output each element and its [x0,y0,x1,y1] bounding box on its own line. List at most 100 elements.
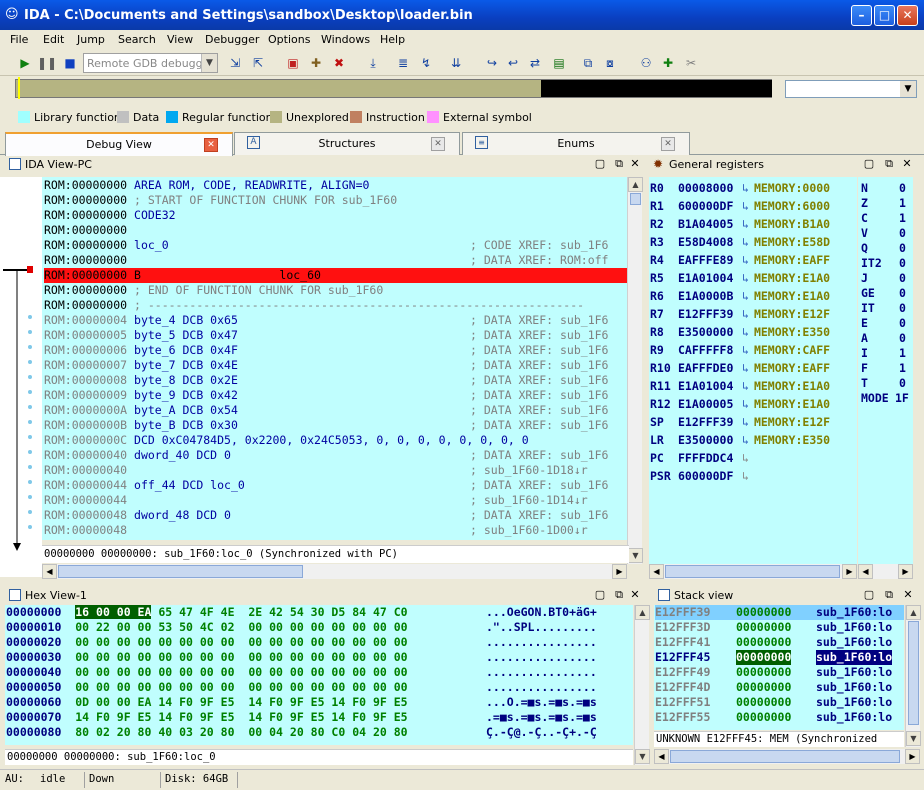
jump-arrow-icon[interactable]: ↳ [742,235,749,249]
flag-row[interactable]: A0 [861,331,906,346]
close-icon[interactable]: ✕ [661,137,675,151]
jump-arrow-icon[interactable]: ↳ [742,325,749,339]
watch-icon[interactable]: ⚇ [636,53,656,73]
register-row[interactable]: R12 E1A00005 ↳ MEMORY:E1A0 [650,395,830,413]
hex-bytes-first[interactable]: 00 00 00 00 [75,680,151,694]
jump-arrow-icon[interactable]: ↳ [742,379,749,393]
listing-line[interactable]: ROM:00000006 byte_6 DCB 0x4F ; DATA XREF:… [44,343,629,358]
hex-bytes-first[interactable]: 80 02 20 80 [75,725,151,739]
register-value[interactable]: E3500000 [678,323,742,341]
pane-float-icon[interactable]: ⧉ [612,588,626,602]
hex-row[interactable]: 00000070 14 F0 9F E5 14 F0 9F E5 14 F0 9… [6,710,632,725]
listing-line[interactable]: ROM:00000000 B loc_60 [44,268,629,283]
stack-row[interactable]: E12FFF49 00000000 sub_1F60:lo [655,665,904,680]
pane-close-icon[interactable]: ✕ [901,588,915,602]
register-row[interactable]: R5 E1A01004 ↳ MEMORY:E1A0 [650,269,830,287]
hex-ascii[interactable]: ...O.=■s.=■s.=■s [486,695,597,710]
hex-row[interactable]: 00000000 16 00 00 EA 65 47 4F 4E 2E 42 5… [6,605,632,620]
pane-minimize-icon[interactable]: ▢ [862,157,876,171]
register-row[interactable]: R6 E1A0000B ↳ MEMORY:E1A0 [650,287,830,305]
nav-cursor[interactable] [18,77,20,99]
menu-file[interactable]: File [10,33,28,46]
jump-arrow-icon[interactable]: ↳ [742,181,749,195]
debugger-select[interactable]: Remote GDB debugger ▼ [83,53,218,73]
stack-value[interactable]: 00000000 [736,680,791,695]
add-breakpoint-icon[interactable]: ✚ [306,53,326,73]
register-row[interactable]: R1 600000DF ↳ MEMORY:6000 [650,197,830,215]
stack-value[interactable]: 00000000 [736,635,791,650]
hex-bytes-first[interactable]: 16 00 00 EA [75,605,152,619]
hex-bytes-first[interactable]: 00 00 00 00 [75,635,151,649]
hex-row[interactable]: 00000010 00 22 00 00 53 50 4C 02 00 00 0… [6,620,632,635]
pane-minimize-icon[interactable]: ▢ [862,588,876,602]
stack-value[interactable]: 00000000 [736,650,792,665]
flag-row[interactable]: N0 [861,181,906,196]
hex-bytes-first[interactable]: 00 00 00 00 [75,665,151,679]
register-row[interactable]: PSR 600000DF ↳ [650,467,754,485]
listing-line[interactable]: ROM:0000000B byte_B DCB 0x30 ; DATA XREF:… [44,418,629,433]
scroll-thumb[interactable] [670,750,900,763]
modules-icon[interactable]: ⧇ [600,53,620,73]
register-value[interactable]: E58D4008 [678,233,742,251]
flag-row[interactable]: V0 [861,226,906,241]
step-until-return-icon[interactable]: ⇊ [446,53,466,73]
maximize-button[interactable]: □ [874,5,895,26]
flag-row[interactable]: J0 [861,271,906,286]
pane-minimize-icon[interactable]: ▢ [593,588,607,602]
listing-line[interactable]: ROM:0000000A byte_A DCB 0x54 ; DATA XREF:… [44,403,629,418]
pane-float-icon[interactable]: ⧉ [882,157,896,171]
add-watch-icon[interactable]: ✚ [658,53,678,73]
scroll-up-icon[interactable]: ▲ [635,605,650,620]
flags-list[interactable]: N 0 Z 1 C 1 V 0 Q 0 IT2 0 J 0 GE 0 IT 0 E 0 A 0 I 1 F 1 T 0 MODE 1F [858,177,913,565]
register-row[interactable]: PC FFFFDDC4 ↳ [650,449,754,467]
pane-close-icon[interactable]: ✕ [628,157,642,171]
flag-row[interactable]: MODE 1F [861,391,909,406]
flag-row[interactable]: E0 [861,316,906,331]
listing-line[interactable]: ROM:00000008 byte_8 DCB 0x2E ; DATA XREF:… [44,373,629,388]
listing-line[interactable]: ROM:00000040 ; sub_1F60-1D18↓r [44,463,629,478]
stack-row[interactable]: E12FFF4D 00000000 sub_1F60:lo [655,680,904,695]
flags-horizontal-scrollbar[interactable]: ◀ ▶ [858,564,913,579]
scroll-left-icon[interactable]: ◀ [858,564,873,579]
hex-ascii[interactable]: .=■s.=■s.=■s.=■s [486,710,597,725]
register-value[interactable]: B1A04005 [678,215,742,233]
jump-arrow-icon[interactable]: ↳ [742,469,749,483]
flag-row[interactable]: C1 [861,211,906,226]
pane-float-icon[interactable]: ⧉ [882,588,896,602]
flag-row[interactable]: T0 [861,376,906,391]
hex-row[interactable]: 00000060 0D 00 00 EA 14 F0 9F E5 14 F0 9… [6,695,632,710]
flag-row[interactable]: IT2 0 [861,256,906,271]
hex-bytes[interactable]: 40 03 20 80 00 04 20 80 C0 04 20 80 [151,725,407,739]
menu-windows[interactable]: Windows [321,33,370,46]
hex-bytes[interactable]: 14 F0 9F E5 14 F0 9F E5 14 F0 9F E5 [151,695,407,709]
attach-process-icon[interactable]: ⇲ [225,53,245,73]
ida-vertical-scrollbar[interactable]: ▲ ▼ [627,177,643,564]
register-value[interactable]: EAFFFE89 [678,251,742,269]
breakpoint-icon[interactable]: ▣ [283,53,303,73]
jump-arrow-icon[interactable]: ↳ [742,451,749,465]
stack-vertical-scrollbar[interactable]: ▲ ▼ [905,605,921,747]
stop-process-icon[interactable]: ■ [60,53,80,73]
stack-row[interactable]: E12FFF45 00000000 sub_1F60:lo [655,650,904,665]
register-row[interactable]: R4 EAFFFE89 ↳ MEMORY:EAFF [650,251,830,269]
close-button[interactable]: ✕ [897,5,918,26]
listing-line[interactable]: ROM:00000048 dword_48 DCD 0 ; DATA XREF: … [44,508,629,523]
listing-line[interactable]: ROM:00000048 ; sub_1F60-1D00↓r [44,523,629,538]
hex-bytes[interactable]: 00 00 00 00 00 00 00 00 00 00 00 00 [151,680,407,694]
nav-band-select[interactable]: ▼ [785,80,917,98]
scroll-left-icon[interactable]: ◀ [654,749,669,764]
stack-value[interactable]: 00000000 [736,710,791,725]
listing-line[interactable]: ROM:00000004 byte_4 DCB 0x65 ; DATA XREF:… [44,313,629,328]
register-row[interactable]: R7 E12FFF39 ↳ MEMORY:E12F [650,305,830,323]
hex-bytes-first[interactable]: 14 F0 9F E5 [75,710,151,724]
listing-line[interactable]: ROM:00000000 loc_0 ; CODE XREF: sub_1F6 [44,238,629,253]
flag-row[interactable]: I1 [861,346,906,361]
hex-vertical-scrollbar[interactable]: ▲ ▼ [634,605,650,765]
stack-row[interactable]: E12FFF55 00000000 sub_1F60:lo [655,710,904,725]
register-row[interactable]: R10 EAFFFDE0 ↳ MEMORY:EAFF [650,359,830,377]
register-row[interactable]: R2 B1A04005 ↳ MEMORY:B1A0 [650,215,830,233]
ida-horizontal-scrollbar[interactable]: ◀ ▶ [42,564,627,579]
register-value[interactable]: E1A00005 [678,395,742,413]
step-over-icon[interactable]: ≣ [393,53,413,73]
register-row[interactable]: SP E12FFF39 ↳ MEMORY:E12F [650,413,830,431]
